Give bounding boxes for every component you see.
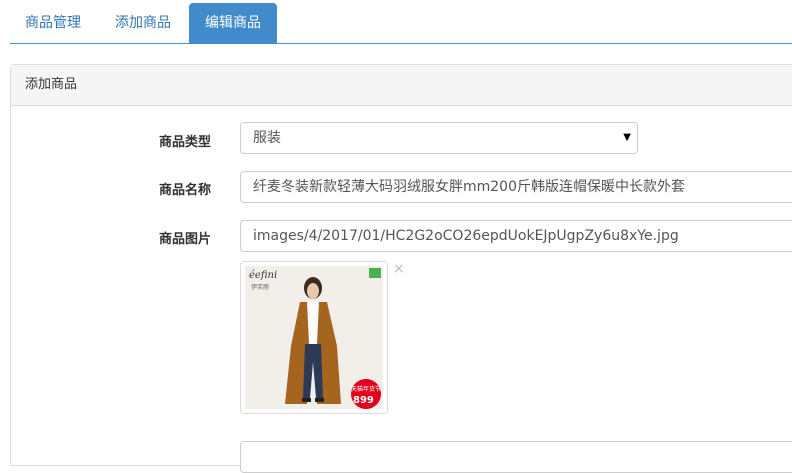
brand-logo: éefini [249, 270, 278, 281]
goods-image-value: images/4/2017/01/HC2G2oCO26epdUokEJpUgpZ… [253, 228, 679, 244]
sale-tag: 天猫年货节 [350, 386, 381, 393]
tab-add-goods[interactable]: 添加商品 [100, 3, 186, 43]
goods-type-value: 服装 [253, 130, 281, 146]
product-photo: éefini 伊芙丽 天猫年货节 899 [245, 266, 383, 409]
price-badge: 899 [353, 395, 374, 406]
goods-image-input[interactable]: images/4/2017/01/HC2G2oCO26epdUokEJpUgpZ… [240, 220, 792, 252]
nav-tabs: 商品管理 添加商品 编辑商品 [0, 0, 792, 44]
next-field-input[interactable] [240, 441, 792, 473]
goods-type-select[interactable]: 服装 ▼ [240, 122, 638, 154]
image-preview: éefini 伊芙丽 天猫年货节 899 [240, 261, 388, 414]
goods-name-value: 纤麦冬装新款轻薄大码羽绒服女胖mm200斤韩版连帽保暖中长款外套 [253, 179, 685, 195]
panel-title: 添加商品 [11, 65, 792, 106]
brand-sub: 伊芙丽 [251, 284, 270, 291]
form-panel: 添加商品 商品类型 服装 ▼ 商品名称 纤麦冬装新款轻薄大码羽绒服女胖mm200… [10, 64, 792, 473]
goods-name-label: 商品名称 [158, 183, 211, 198]
chevron-down-icon: ▼ [623, 132, 631, 143]
goods-image-label: 商品图片 [158, 232, 211, 247]
tab-edit-goods[interactable]: 编辑商品 [189, 3, 277, 44]
goods-type-label: 商品类型 [158, 135, 211, 150]
tab-goods-management[interactable]: 商品管理 [10, 3, 96, 43]
close-icon[interactable]: × [393, 261, 405, 277]
tabs-underline [10, 43, 792, 44]
goods-name-input[interactable]: 纤麦冬装新款轻薄大码羽绒服女胖mm200斤韩版连帽保暖中长款外套 [240, 171, 792, 203]
